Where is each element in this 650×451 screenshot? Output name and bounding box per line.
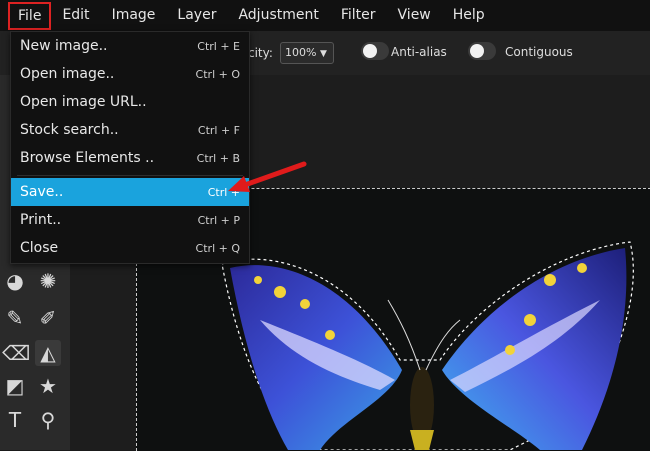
menu-item-save[interactable]: Save.. Ctrl +: [11, 178, 249, 206]
menu-item-label: Open image URL..: [20, 94, 147, 110]
gradient-icon[interactable]: ◩: [2, 373, 28, 399]
menu-item-shortcut: Ctrl + Q: [195, 241, 240, 255]
menu-item-label: Stock search..: [20, 122, 119, 138]
menu-adjustment[interactable]: Adjustment: [227, 0, 329, 31]
menu-layer[interactable]: Layer: [166, 0, 227, 31]
pencil-icon[interactable]: ✎: [2, 305, 28, 331]
sharpen-icon[interactable]: ✺: [35, 268, 61, 294]
menu-bar: File Edit Image Layer Adjustment Filter …: [0, 0, 650, 31]
menu-item-print[interactable]: Print.. Ctrl + P: [11, 206, 249, 234]
menu-item-browse-elements[interactable]: Browse Elements .. Ctrl + B: [11, 144, 249, 172]
menu-divider: [17, 175, 243, 176]
menu-item-shortcut: Ctrl + P: [197, 213, 240, 227]
menu-item-label: Open image..: [20, 66, 115, 82]
blur-icon[interactable]: ◕: [2, 268, 28, 294]
menu-item-open-image[interactable]: Open image.. Ctrl + O: [11, 60, 249, 88]
menu-item-shortcut: Ctrl + O: [195, 67, 240, 81]
menu-view[interactable]: View: [387, 0, 442, 31]
menu-item-close[interactable]: Close Ctrl + Q: [11, 234, 249, 262]
menu-image[interactable]: Image: [101, 0, 167, 31]
text-icon[interactable]: T: [2, 407, 28, 433]
butterfly-image: [221, 241, 634, 450]
menu-file[interactable]: File: [8, 1, 52, 30]
menu-filter[interactable]: Filter: [330, 0, 387, 31]
anti-alias-toggle[interactable]: [361, 42, 389, 60]
menu-item-shortcut: Ctrl + F: [197, 123, 240, 137]
menu-item-label: New image..: [20, 38, 108, 54]
menu-item-shortcut: Ctrl + E: [197, 39, 240, 53]
menu-edit[interactable]: Edit: [51, 0, 100, 31]
file-dropdown-menu: New image.. Ctrl + E Open image.. Ctrl +…: [10, 31, 250, 264]
paint-bucket-icon[interactable]: ◭: [35, 340, 61, 366]
menu-item-label: Print..: [20, 212, 62, 228]
contiguous-label: Contiguous: [505, 45, 573, 59]
eyedropper-icon[interactable]: ⚲: [35, 407, 61, 433]
brush-icon[interactable]: ✐: [35, 305, 61, 331]
opacity-value: 100%: [285, 46, 317, 59]
anti-alias-label: Anti-alias: [391, 45, 447, 59]
menu-item-new-image[interactable]: New image.. Ctrl + E: [11, 32, 249, 60]
annotation-arrow-icon: [228, 161, 307, 192]
menu-item-open-image-url[interactable]: Open image URL..: [11, 88, 249, 116]
menu-item-label: Close: [20, 240, 59, 256]
menu-help[interactable]: Help: [442, 0, 496, 31]
contiguous-toggle[interactable]: [468, 42, 496, 60]
menu-item-label: Save..: [20, 184, 64, 200]
opacity-label: city:: [248, 46, 273, 60]
opacity-select[interactable]: 100% ▼: [280, 42, 334, 64]
menu-item-label: Browse Elements ..: [20, 150, 155, 166]
menu-item-stock-search[interactable]: Stock search.. Ctrl + F: [11, 116, 249, 144]
shape-star-icon[interactable]: ★: [35, 373, 61, 399]
chevron-down-icon: ▼: [319, 49, 327, 59]
eraser-icon[interactable]: ⌫: [2, 340, 30, 366]
